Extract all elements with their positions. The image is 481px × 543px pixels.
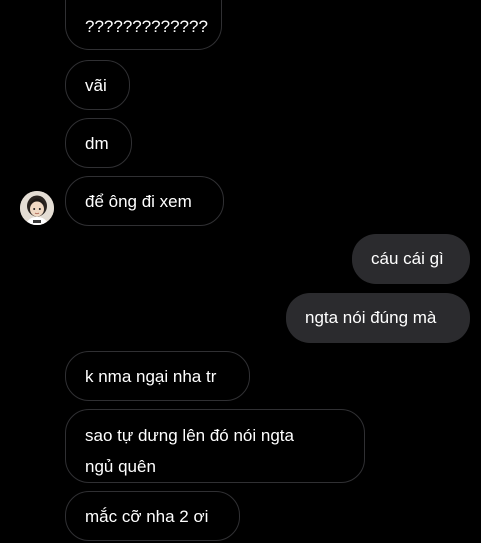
message-bubble-incoming[interactable]: dm [65, 118, 132, 168]
message-bubble-outgoing[interactable]: cáu cái gì [352, 234, 470, 284]
message-text: để ông đi xem [85, 192, 192, 211]
contact-avatar[interactable] [20, 191, 54, 225]
avatar-image-icon [20, 191, 54, 225]
message-text: cáu cái gì [371, 249, 444, 268]
message-bubble-incoming[interactable]: ????????????? [65, 0, 222, 50]
message-bubble-incoming[interactable]: để ông đi xem [65, 176, 224, 226]
message-bubble-incoming[interactable]: sao tự dưng lên đó nói ngta ngủ quên [65, 409, 365, 483]
message-text: ngta nói đúng mà [305, 308, 437, 327]
message-bubble-incoming[interactable]: vãi [65, 60, 130, 110]
message-bubble-outgoing[interactable]: ngta nói đúng mà [286, 293, 470, 343]
message-text-line: ngủ quên [85, 457, 156, 476]
message-text: k nma ngại nha tr [85, 367, 217, 386]
message-text: vãi [85, 76, 107, 95]
message-bubble-incoming[interactable]: mắc cỡ nha 2 ơi [65, 491, 240, 541]
message-text: mắc cỡ nha 2 ơi [85, 507, 209, 526]
message-text: ????????????? [85, 17, 208, 36]
message-text: dm [85, 134, 109, 153]
message-text-line: sao tự dưng lên đó nói ngta [85, 426, 294, 445]
message-bubble-incoming[interactable]: k nma ngại nha tr [65, 351, 250, 401]
